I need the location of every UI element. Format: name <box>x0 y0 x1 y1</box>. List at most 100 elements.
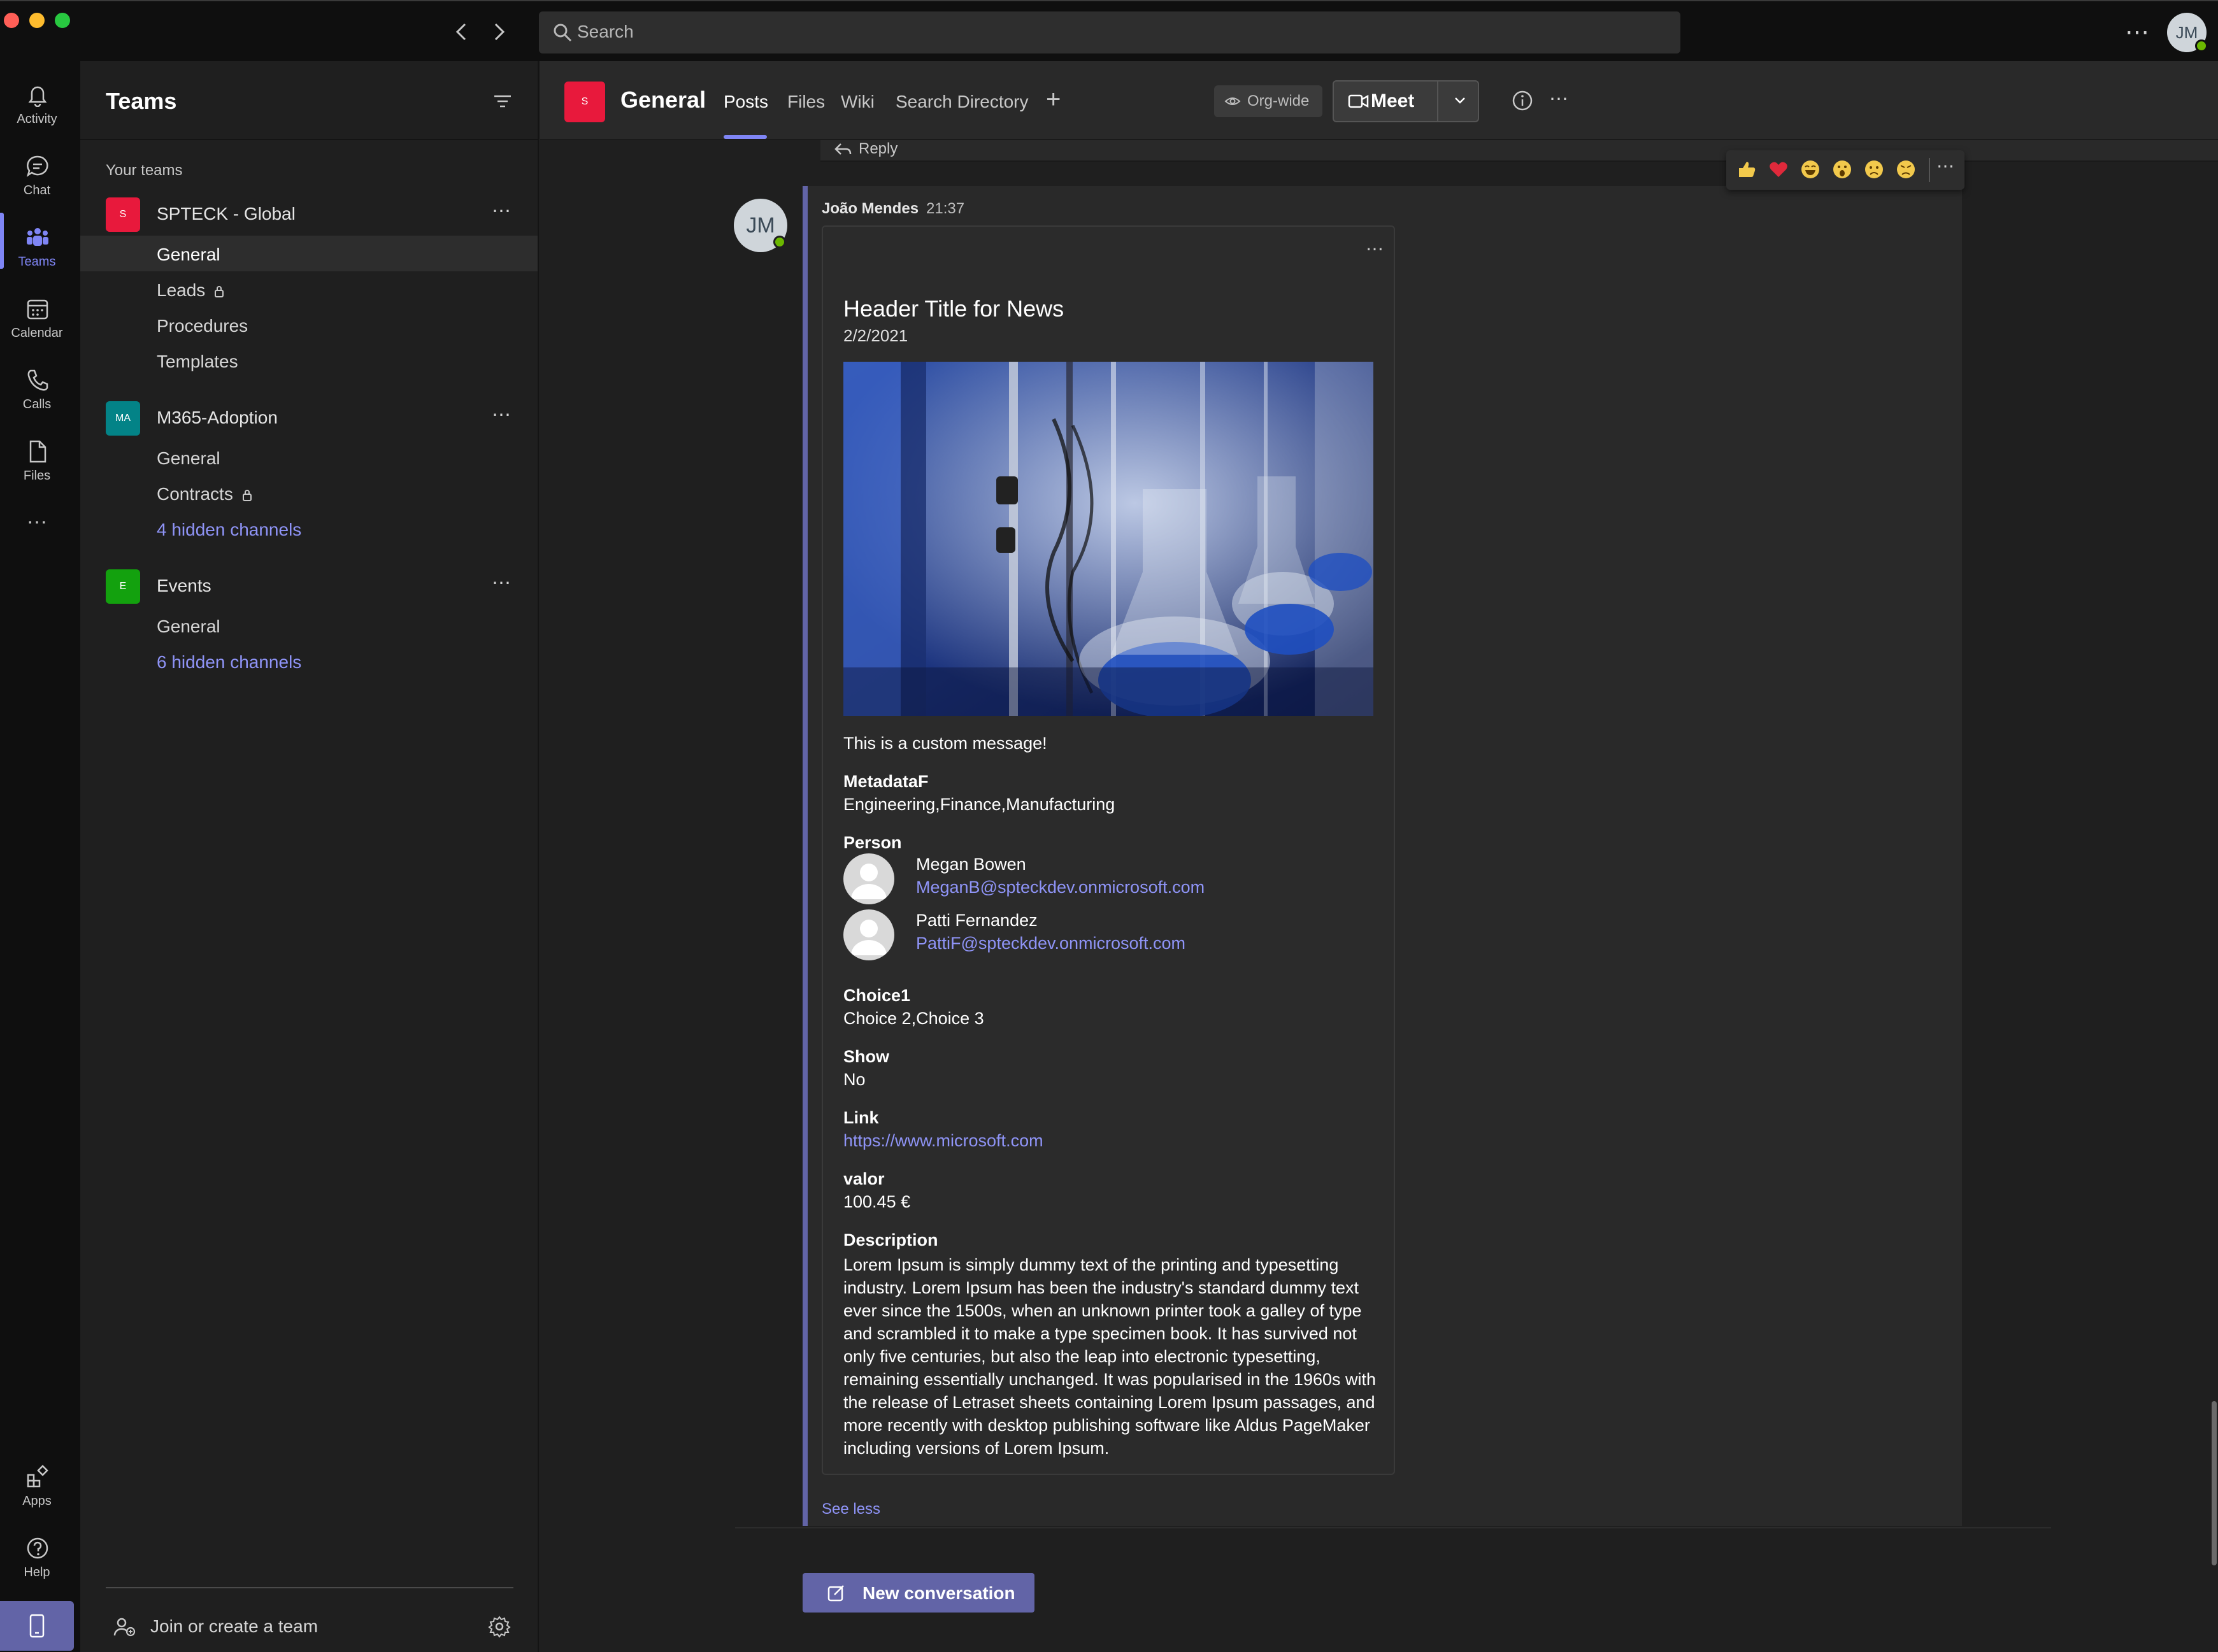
help-icon <box>27 1537 48 1559</box>
adaptive-card: ⋯ Header Title for News 2/2/2021 This is… <box>822 225 1395 1475</box>
rail-item-calendar[interactable]: Calendar <box>0 288 74 358</box>
field-value-metadata: Engineering,Finance,Manufacturing <box>843 795 1115 814</box>
video-camera-icon <box>1348 94 1369 108</box>
tab-wiki[interactable]: Wiki <box>841 92 875 112</box>
team-name: M365-Adoption <box>157 408 278 427</box>
team-logo: E <box>106 569 140 604</box>
card-title: Header Title for News <box>843 296 1064 322</box>
rail-item-calls[interactable]: Calls <box>0 359 74 429</box>
channel-more-icon[interactable]: ⋯ <box>1549 88 1569 110</box>
card-message: This is a custom message! <box>843 734 1047 753</box>
channel-team-logo: S <box>564 82 605 122</box>
see-less-link[interactable]: See less <box>822 1500 880 1518</box>
team-name: Events <box>157 576 211 595</box>
field-label-valor: valor <box>843 1169 885 1188</box>
channel-general-spteck[interactable]: General <box>157 245 220 265</box>
add-tab-icon[interactable]: + <box>1046 85 1061 114</box>
reply-button[interactable]: Reply <box>859 140 898 158</box>
bell-icon <box>28 86 47 107</box>
tab-files[interactable]: Files <box>787 92 825 112</box>
card-more-icon[interactable]: ⋯ <box>1366 238 1384 259</box>
channel-header: S General Posts Files Wiki Search Direct… <box>540 61 2218 140</box>
person-email-link[interactable]: PattiF@spteckdev.onmicrosoft.com <box>916 934 1185 953</box>
channel-general-events[interactable]: General <box>157 616 220 637</box>
channel-general-m365[interactable]: General <box>157 448 220 469</box>
gear-icon[interactable] <box>488 1615 511 1638</box>
search-bar[interactable]: Search <box>539 11 1680 53</box>
rail-item-apps[interactable]: Apps <box>0 1456 74 1526</box>
rail-label: Chat <box>23 183 51 197</box>
field-label-metadata: MetadataF <box>843 772 929 791</box>
window-close-button[interactable] <box>4 13 19 28</box>
forward-arrow-icon[interactable] <box>488 19 510 45</box>
filter-icon[interactable] <box>492 92 513 111</box>
teams-sidebar: Teams Your teams S SPTECK - Global ⋯ Gen… <box>80 61 539 1652</box>
previous-thread-reply-row: Reply <box>820 140 2218 162</box>
field-value-description: Lorem Ipsum is simply dummy text of the … <box>843 1255 1377 1458</box>
hidden-channels-link-events[interactable]: 6 hidden channels <box>157 652 301 673</box>
lock-icon <box>242 490 252 501</box>
message-timestamp: 21:37 <box>926 200 965 217</box>
team-more-icon[interactable]: ⋯ <box>492 200 512 222</box>
like-reaction-icon[interactable] <box>1736 159 1757 180</box>
channel-leads[interactable]: Leads <box>157 280 224 301</box>
channel-procedures[interactable]: Procedures <box>157 316 248 336</box>
rail-item-activity[interactable]: Activity <box>0 74 74 144</box>
channel-label: Leads <box>157 280 206 300</box>
reaction-bar: ⋯ <box>1726 150 1964 190</box>
channel-contracts[interactable]: Contracts <box>157 484 252 504</box>
your-teams-label: Your teams <box>106 162 183 179</box>
back-arrow-icon[interactable] <box>451 19 473 45</box>
title-bar: Search ⋯ JM <box>0 0 2218 61</box>
team-events[interactable]: E Events ⋯ <box>80 564 539 604</box>
tab-posts[interactable]: Posts <box>724 92 768 112</box>
rail-item-teams[interactable]: Teams <box>0 217 74 287</box>
field-label-choice: Choice1 <box>843 986 911 1005</box>
sidebar-divider <box>106 1587 513 1588</box>
new-conversation-button[interactable]: New conversation <box>803 1573 1034 1613</box>
laugh-reaction-icon[interactable] <box>1800 159 1821 180</box>
tab-search-directory[interactable]: Search Directory <box>896 92 1029 112</box>
message-more-icon[interactable]: ⋯ <box>1936 155 1954 176</box>
rail-more-apps[interactable]: … <box>0 504 74 545</box>
person-placeholder-icon <box>851 920 887 955</box>
team-spteck-global[interactable]: S SPTECK - Global ⋯ <box>80 192 539 232</box>
sad-reaction-icon[interactable] <box>1864 159 1884 180</box>
person-email-link[interactable]: MeganB@spteckdev.onmicrosoft.com <box>916 878 1205 897</box>
team-m365-adoption[interactable]: MA M365-Adoption ⋯ <box>80 396 539 436</box>
window-zoom-button[interactable] <box>55 13 70 28</box>
rail-item-chat[interactable]: Chat <box>0 145 74 215</box>
team-more-icon[interactable]: ⋯ <box>492 572 512 594</box>
presence-available-icon <box>2195 39 2208 52</box>
hidden-channels-link-m365[interactable]: 4 hidden channels <box>157 520 301 540</box>
heart-reaction-icon[interactable] <box>1768 159 1789 180</box>
channel-title: General <box>620 87 706 113</box>
reply-icon <box>834 143 852 155</box>
search-placeholder: Search <box>577 22 634 41</box>
mobile-download-button[interactable] <box>0 1601 74 1651</box>
team-more-icon[interactable]: ⋯ <box>492 404 512 426</box>
rail-label: Help <box>24 1565 50 1579</box>
sidebar-header: Teams <box>80 61 539 140</box>
presence-available-icon <box>773 236 786 248</box>
settings-more-icon[interactable]: ⋯ <box>2125 18 2150 46</box>
info-icon[interactable] <box>1511 89 1534 112</box>
app-rail: Activity Chat Teams Calendar Calls Files… <box>0 61 80 1652</box>
eye-icon <box>1224 97 1241 105</box>
feed-scrollbar[interactable] <box>2212 1401 2217 1565</box>
person-name: Megan Bowen <box>916 855 1026 874</box>
meet-button[interactable]: Meet <box>1333 80 1479 122</box>
org-wide-badge: Org-wide <box>1214 85 1322 117</box>
angry-reaction-icon[interactable] <box>1896 159 1916 180</box>
rail-item-help[interactable]: Help <box>0 1527 74 1597</box>
chevron-down-icon[interactable] <box>1452 93 1468 108</box>
rail-item-files[interactable]: Files <box>0 431 74 501</box>
message-author[interactable]: João Mendes <box>822 200 919 218</box>
window-minimize-button[interactable] <box>29 13 45 28</box>
channel-templates[interactable]: Templates <box>157 352 238 372</box>
field-value-link[interactable]: https://www.microsoft.com <box>843 1131 1043 1151</box>
search-icon <box>554 24 572 42</box>
more-icon: … <box>26 504 48 529</box>
news-image <box>843 362 1373 716</box>
surprised-reaction-icon[interactable] <box>1832 159 1852 180</box>
